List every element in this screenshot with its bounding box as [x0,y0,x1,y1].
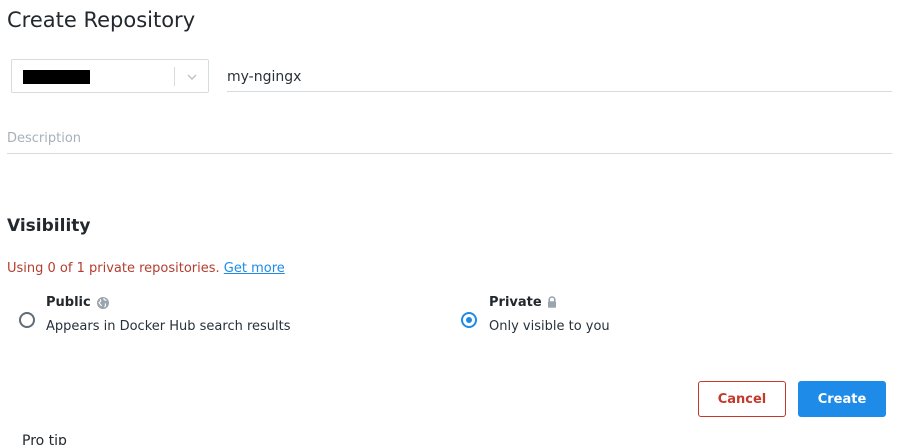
get-more-link[interactable]: Get more [224,261,285,276]
globe-icon [97,297,109,309]
namespace-value-redacted [23,70,90,84]
create-repository-page: Create Repository Visibility Using 0 of … [0,0,907,445]
create-button[interactable]: Create [798,381,886,417]
pro-tip-heading: Pro tip [22,433,67,445]
private-repo-usage: Using 0 of 1 private repositories. Get m… [7,261,285,276]
private-option-title: Private [489,295,542,310]
description-input[interactable] [7,124,892,154]
cancel-button[interactable]: Cancel [698,381,786,417]
namespace-select[interactable] [11,59,209,93]
private-radio-selected-dot [466,317,472,323]
lock-icon [548,296,556,308]
usage-text: Using 0 of 1 private repositories. [7,261,220,276]
visibility-heading: Visibility [7,216,91,236]
chevron-down-icon[interactable] [185,70,199,84]
public-radio[interactable] [19,312,35,328]
public-option-title: Public [46,295,91,310]
page-title: Create Repository [7,8,196,32]
private-radio[interactable] [461,312,477,328]
private-option-description: Only visible to you [489,319,610,334]
namespace-select-divider [174,67,175,86]
public-option-description: Appears in Docker Hub search results [46,319,291,334]
repository-name-input[interactable] [227,62,892,92]
